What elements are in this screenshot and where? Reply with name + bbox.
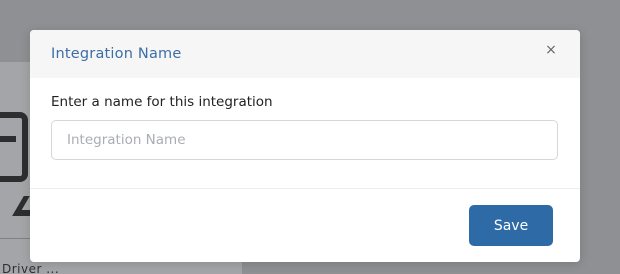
modal-header: Integration Name × (30, 30, 580, 78)
modal-footer: Save (30, 188, 580, 262)
integration-name-modal: Integration Name × Enter a name for this… (30, 30, 580, 262)
background-text: Driver ... (2, 262, 60, 274)
close-icon[interactable]: × (544, 42, 558, 58)
modal-body: Enter a name for this integration (30, 78, 580, 188)
modal-title: Integration Name (51, 46, 182, 62)
integration-name-label: Enter a name for this integration (51, 94, 273, 110)
integration-name-input[interactable] (51, 120, 558, 160)
background-icon (0, 112, 28, 182)
save-button[interactable]: Save (469, 205, 553, 246)
